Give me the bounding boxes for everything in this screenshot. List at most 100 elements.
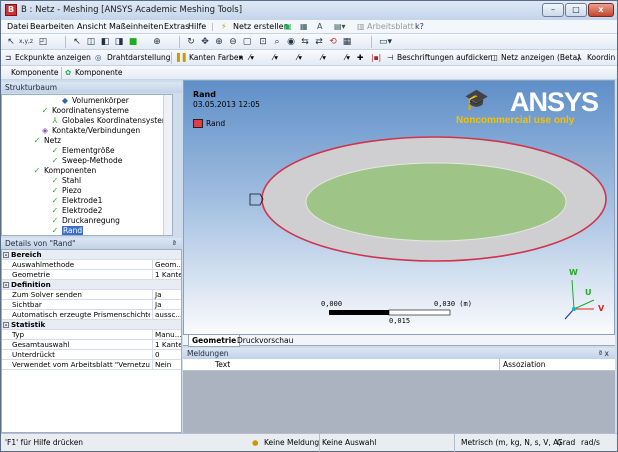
zoom-in-icon[interactable]: ⊕ [213, 36, 225, 48]
tree-node[interactable]: ✓ Stahl [50, 176, 82, 186]
body-select2-icon[interactable]: ■ [127, 36, 139, 48]
details-row[interactable]: Verwendet vom Arbeitsblatt "Vernetzung" N… [2, 360, 181, 370]
kanten-farben-icon[interactable]: ▌▌ [177, 52, 189, 64]
details-row[interactable]: Sichtbar Ja [2, 300, 181, 310]
status-units[interactable]: Metrisch (m, kg, N, s, V, A) [454, 434, 561, 452]
details-group[interactable]: - Bereich [2, 250, 181, 260]
layout-icon[interactable]: ▦ [341, 36, 353, 48]
extend-select-icon[interactable]: ⊕ [151, 36, 163, 48]
status-meldung[interactable]: Keine Meldung [264, 434, 319, 452]
maximize-button[interactable]: □ [565, 3, 587, 17]
eckpunkte-icon[interactable]: ⊐ [5, 52, 11, 64]
drahtdarstellung-icon[interactable]: ◎ [95, 52, 102, 64]
tree-node[interactable]: ◈ Kontakte/Verbindungen [40, 126, 140, 136]
tree-node[interactable]: ⅄ Globales Koordinatensystem [50, 116, 170, 126]
coordinate-icon[interactable]: ⅄ [577, 52, 582, 64]
sync-icon[interactable]: ⟲ [327, 36, 339, 48]
tree-node[interactable]: ✓ Elementgröße [50, 146, 115, 156]
edge-style5-icon[interactable]: ⁄▾ [345, 52, 350, 64]
text-icon[interactable]: A [317, 22, 322, 31]
menu-extras[interactable]: Extras [164, 22, 189, 31]
select-mode-icon[interactable]: ◰ [37, 36, 49, 48]
face-select-icon[interactable]: ◧ [99, 36, 111, 48]
edge-style3-icon[interactable]: ⁄▾ [297, 52, 302, 64]
menu-hilfe[interactable]: Hilfe [188, 22, 206, 31]
inner-electrode[interactable] [305, 162, 567, 242]
status-grad[interactable]: Grad [557, 434, 575, 452]
komponente-button[interactable]: Komponente [75, 67, 122, 79]
tree-scrollbar[interactable] [163, 95, 172, 235]
edge-style4-icon[interactable]: ⁄▾ [321, 52, 326, 64]
point-select-icon[interactable]: ↖ [71, 36, 83, 48]
beschriftungen-icon[interactable]: ⊣ [387, 52, 394, 64]
pan-icon[interactable]: ✥ [199, 36, 211, 48]
menu-ansicht[interactable]: Ansicht [77, 22, 107, 31]
tree-node[interactable]: ✓ Koordinatensysteme [40, 106, 129, 116]
tree-node[interactable]: ✓ Elektrode2 [50, 206, 103, 216]
edge-style2-icon[interactable]: ⁄▾ [273, 52, 278, 64]
tab-geometrie[interactable]: Geometrie [188, 335, 241, 347]
tree-node[interactable]: ✓ Elektrode1 [50, 196, 103, 206]
arbeitsblatt-button[interactable]: Arbeitsblatt [367, 22, 414, 31]
tree-node[interactable]: ✓ Komponenten [32, 166, 97, 176]
window-layout-icon[interactable]: ▭▾ [379, 36, 392, 48]
details-row[interactable]: Gesamtauswahl 1 Kante [2, 340, 181, 350]
messages-pin-close-icon[interactable]: ª x [599, 348, 609, 359]
body-select-icon[interactable]: ◨ [113, 36, 125, 48]
image-icon[interactable]: ▤▾ [334, 22, 346, 31]
magnifier-icon[interactable]: ⌕ [271, 36, 283, 48]
edge-style1-icon[interactable]: ⁄▾ [249, 52, 254, 64]
col-text[interactable]: Text [215, 359, 230, 371]
tree-node-selected[interactable]: ✓ Rand [50, 226, 84, 235]
kanten-dropdown-icon[interactable]: ▾ [239, 52, 243, 64]
cursor-icon[interactable]: ↖ [5, 36, 17, 48]
table-icon[interactable]: ▦ [300, 22, 308, 31]
marker-icon[interactable]: |▪| [371, 52, 381, 64]
rotate-icon[interactable]: ↻ [185, 36, 197, 48]
col-assoziation[interactable]: Assoziation [499, 359, 546, 371]
netz-anzeigen-button[interactable]: Netz anzeigen (Beta) [501, 52, 580, 64]
tree-node[interactable]: ◆ Volumenkörper [60, 96, 129, 106]
details-row[interactable]: Auswahlmethode Geom... [2, 260, 181, 270]
edge-select-icon[interactable]: ◫ [85, 36, 97, 48]
menu-bearbeiten[interactable]: Bearbeiten [30, 22, 74, 31]
koordin-button[interactable]: Koordin [587, 52, 615, 64]
view-prev-icon[interactable]: ⇆ [299, 36, 311, 48]
collapse-icon[interactable]: - [3, 282, 9, 289]
tab-druckvorschau[interactable]: Druckvorschau [237, 335, 293, 346]
details-group[interactable]: - Statistik [2, 320, 181, 330]
status-rad[interactable]: rad/s [581, 434, 600, 452]
details-row[interactable]: Geometrie 1 Kante [2, 270, 181, 280]
beschriftungen-button[interactable]: Beschriftungen aufdicken [397, 52, 493, 64]
zoom-fit-icon[interactable]: ◉ [285, 36, 297, 48]
netz-erstellen-button[interactable]: Netz erstellen [233, 22, 289, 31]
details-row[interactable]: Unterdrückt 0 [2, 350, 181, 360]
collapse-icon[interactable]: - [3, 252, 9, 259]
tree-node[interactable]: ✓ Druckanregung [50, 216, 120, 226]
menu-masseinheiten[interactable]: Maßeinheiten [109, 22, 163, 31]
tree-node[interactable]: ✓ Piezo [50, 186, 82, 196]
view-next-icon[interactable]: ⇄ [313, 36, 325, 48]
eckpunkte-button[interactable]: Eckpunkte anzeigen [15, 52, 91, 64]
fit-icon[interactable]: ⊡ [257, 36, 269, 48]
details-row[interactable]: Typ Manu... [2, 330, 181, 340]
pin-icon[interactable]: ✚ [357, 52, 363, 64]
collapse-icon[interactable]: - [3, 322, 9, 329]
netz-anzeigen-icon[interactable]: ◫ [491, 52, 498, 64]
details-row[interactable]: Automatisch erzeugte Prismenschichten aus… [2, 310, 181, 320]
graphics-viewport[interactable]: Rand 03.05.2013 12:05 Rand 🎓 ANSYS Nonco… [183, 80, 615, 335]
minimize-button[interactable]: – [542, 3, 564, 17]
vertex-select-icon[interactable]: x,y,z [19, 36, 33, 48]
close-button[interactable]: x [588, 3, 614, 17]
zoom-box-icon[interactable]: ▢ [241, 36, 253, 48]
tree-node[interactable]: ✓ Netz [32, 136, 61, 146]
pin-icon[interactable]: ª [172, 238, 176, 249]
details-row[interactable]: Zum Solver senden Ja [2, 290, 181, 300]
tree-node[interactable]: ✓ Sweep-Methode [50, 156, 123, 166]
komponente-label[interactable]: Komponente [11, 67, 58, 79]
kanten-farben-button[interactable]: Kanten Farben [189, 52, 243, 64]
update-icon[interactable]: ▣ [284, 22, 292, 31]
zoom-out-icon[interactable]: ⊖ [227, 36, 239, 48]
drahtdarstellung-button[interactable]: Drahtdarstellung [107, 52, 171, 64]
menu-datei[interactable]: Datei [7, 22, 28, 31]
